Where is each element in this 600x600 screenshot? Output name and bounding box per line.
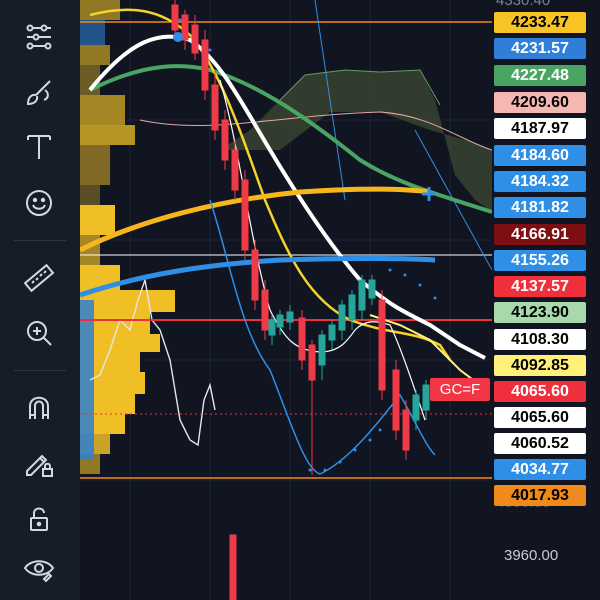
price-label: 4184.32 (494, 171, 586, 192)
price-label: 4065.60 (494, 381, 586, 402)
price-label: 4155.26 (494, 250, 586, 271)
price-label: 4017.93 (494, 485, 586, 506)
eye-icon[interactable] (16, 546, 62, 592)
drawing-toolbar (0, 0, 80, 600)
price-chart[interactable] (80, 0, 492, 600)
price-label: 4187.97 (494, 118, 586, 139)
price-label: 4137.57 (494, 276, 586, 297)
axis-bottom-label: 3960.00 (504, 547, 559, 564)
price-label: 4123.90 (494, 302, 586, 323)
magnet-icon[interactable] (16, 385, 62, 431)
trend-line-tools-icon[interactable] (16, 14, 62, 60)
ma-anchor-dot (173, 32, 183, 42)
emoji-icon[interactable] (16, 180, 62, 226)
price-label: 4227.48 (494, 65, 586, 86)
price-axis[interactable]: 4330.40 4000.00 3960.00 4233.474231.5742… (492, 0, 600, 600)
toolbar-separator (14, 240, 66, 241)
price-label: 4209.60 (494, 92, 586, 113)
ticker-label: GC=F (430, 378, 490, 401)
price-label: 4034.77 (494, 459, 586, 480)
ma-yellow-bright (369, 314, 481, 386)
price-label: 4092.85 (494, 355, 586, 376)
volume-profile (80, 0, 175, 474)
axis-top-label: 4330.40 (496, 0, 551, 9)
lock-icon[interactable] (16, 496, 62, 542)
ruler-icon[interactable] (16, 255, 62, 301)
price-label: 4166.91 (494, 224, 586, 245)
price-label: 4184.60 (494, 145, 586, 166)
zoom-in-icon[interactable] (16, 310, 62, 356)
text-icon[interactable] (16, 124, 62, 170)
price-label: 4065.60 (494, 407, 586, 428)
price-label: 4231.57 (494, 38, 586, 59)
price-label: 4060.52 (494, 433, 586, 454)
lock-drawing-icon[interactable] (16, 440, 62, 486)
price-label: 4233.47 (494, 12, 586, 33)
toolbar-separator (14, 370, 66, 371)
price-label: 4181.82 (494, 197, 586, 218)
price-label: 4108.30 (494, 329, 586, 350)
brush-icon[interactable] (16, 70, 62, 116)
